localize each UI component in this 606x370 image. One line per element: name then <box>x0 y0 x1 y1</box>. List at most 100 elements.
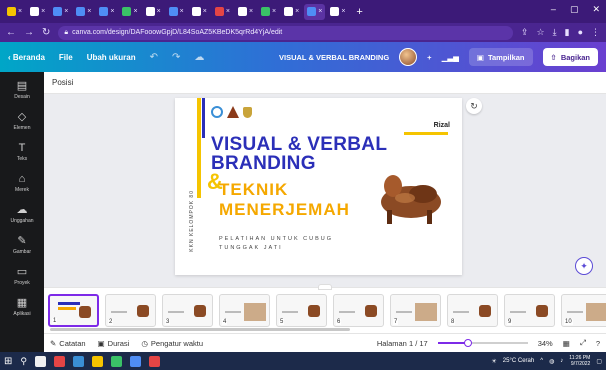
tray-chevron-icon[interactable]: ^ <box>540 358 543 364</box>
wood-sculpture-image[interactable] <box>371 170 449 226</box>
url-field[interactable]: 🔒︎ canva.com/design/DAFooowGpjD/L84SoAZ5… <box>58 25 513 40</box>
maximize-icon[interactable]: ▢ <box>570 4 579 15</box>
browser-tab[interactable]: × <box>212 4 233 20</box>
tab-close-icon[interactable]: × <box>18 8 22 15</box>
browser-tab[interactable]: × <box>166 4 187 20</box>
taskbar-app-3-icon[interactable] <box>129 355 141 367</box>
tab-close-icon[interactable]: × <box>295 8 299 15</box>
taskbar-app-1-icon[interactable] <box>53 355 65 367</box>
file-menu[interactable]: File <box>59 53 73 62</box>
slide-title[interactable]: VISUAL & VERBAL BRANDING <box>211 135 387 173</box>
taskbar-app-2-icon[interactable] <box>72 355 84 367</box>
share-button[interactable]: ⇧ Bagikan <box>542 48 598 66</box>
tab-close-icon[interactable]: × <box>203 8 207 15</box>
rail-item-proyek[interactable]: ▭ Proyek <box>14 266 30 286</box>
tab-close-icon[interactable]: × <box>110 8 114 15</box>
clock[interactable]: 11:26 PM 9/7/2022 <box>569 355 590 367</box>
page-thumbnail[interactable]: 9 <box>504 294 555 327</box>
rail-item-gambar[interactable]: ✎ Gambar <box>13 235 31 255</box>
position-button[interactable]: Posisi <box>52 78 73 87</box>
refresh-icon[interactable]: ↻ <box>466 98 482 114</box>
forward-icon[interactable]: → <box>24 27 34 38</box>
page-thumbnail[interactable]: 1 <box>48 294 99 327</box>
share-page-icon[interactable]: ⇪ <box>521 27 529 38</box>
avatar[interactable] <box>399 48 418 66</box>
menu-kebab-icon[interactable]: ⋮ <box>591 27 600 38</box>
help-icon[interactable]: ? <box>596 339 600 348</box>
rail-item-desain[interactable]: ▤ Desain <box>14 80 30 100</box>
weather-text[interactable]: 25°C Cerah <box>503 358 534 364</box>
profile-icon[interactable]: ● <box>578 27 583 38</box>
tab-close-icon[interactable]: × <box>87 8 91 15</box>
add-collaborator-icon[interactable]: + <box>427 53 431 62</box>
new-tab-icon[interactable]: + <box>356 6 362 18</box>
design-title[interactable]: VISUAL & VERBAL BRANDING <box>279 53 389 62</box>
tab-close-icon[interactable]: × <box>341 8 345 15</box>
slide-title-2[interactable]: TEKNIK MENERJEMAH <box>219 180 350 220</box>
browser-tab[interactable]: × <box>143 4 164 20</box>
chrome-icon[interactable] <box>110 355 122 367</box>
task-view-icon[interactable] <box>34 355 46 367</box>
browser-tab[interactable]: × <box>119 4 140 20</box>
timer-button[interactable]: ◷ Pengatur waktu <box>141 339 203 348</box>
resize-menu[interactable]: Ubah ukuran <box>87 53 136 62</box>
rail-item-elemen[interactable]: ◇ Elemen <box>14 111 31 131</box>
bookmark-star-icon[interactable]: ☆ <box>537 27 545 38</box>
search-icon[interactable]: ⚲ <box>20 356 27 367</box>
back-icon[interactable]: ← <box>6 27 16 38</box>
presenter-name[interactable]: Rizal <box>434 122 450 129</box>
magic-assistant-icon[interactable]: ✦ <box>575 257 593 275</box>
rail-item-unggahan[interactable]: ☁ Unggahan <box>10 204 33 224</box>
browser-tab[interactable]: × <box>50 4 71 20</box>
browser-tab[interactable]: × <box>73 4 94 20</box>
browser-tab[interactable]: × <box>27 4 48 20</box>
tab-close-icon[interactable]: × <box>272 8 276 15</box>
minimize-icon[interactable]: – <box>551 4 556 15</box>
redo-icon[interactable]: ↷ <box>172 52 180 63</box>
page-thumbnail[interactable]: 3 <box>162 294 213 327</box>
page-thumbnail[interactable]: 5 <box>276 294 327 327</box>
browser-tab[interactable]: × <box>4 4 25 20</box>
zoom-slider[interactable] <box>437 339 528 347</box>
volume-icon[interactable]: ♪ <box>560 358 563 364</box>
tab-close-icon[interactable]: × <box>133 8 137 15</box>
page-thumbnail[interactable]: 10 <box>561 294 606 327</box>
sidebar-icon[interactable]: ▮ <box>565 27 570 38</box>
page-thumbnail[interactable]: 2 <box>105 294 156 327</box>
tab-close-icon[interactable]: × <box>249 8 253 15</box>
page-indicator[interactable]: Halaman 1 / 17 <box>377 339 428 348</box>
browser-tab[interactable]: × <box>304 3 326 20</box>
collapse-strip-handle[interactable] <box>318 284 332 290</box>
page-thumbnail[interactable]: 7 <box>390 294 441 327</box>
notifications-icon[interactable]: ▢ <box>596 358 602 365</box>
home-button[interactable]: ‹ Beranda <box>8 53 45 62</box>
notes-button[interactable]: ✎ Catatan <box>50 339 86 348</box>
rail-item-teks[interactable]: T Teks <box>17 142 27 162</box>
fullscreen-icon[interactable]: ⤢ <box>580 338 586 348</box>
insights-icon[interactable]: ▁▃▅ <box>442 53 459 62</box>
browser-tab[interactable]: × <box>189 4 210 20</box>
browser-tab[interactable]: × <box>258 4 279 20</box>
taskbar-app-4-icon[interactable] <box>148 355 160 367</box>
browser-tab[interactable]: × <box>281 4 302 20</box>
strip-scrollbar[interactable] <box>50 328 350 331</box>
tab-close-icon[interactable]: × <box>64 8 68 15</box>
tab-close-icon[interactable]: × <box>226 8 230 15</box>
zoom-knob[interactable] <box>464 339 473 347</box>
duration-button[interactable]: ▣ Durasi <box>98 339 130 348</box>
browser-tab[interactable]: × <box>235 4 256 20</box>
page-thumbnail[interactable]: 6 <box>333 294 384 327</box>
undo-icon[interactable]: ↶ <box>150 52 158 63</box>
tab-close-icon[interactable]: × <box>180 8 184 15</box>
tab-close-icon[interactable]: × <box>157 8 161 15</box>
grid-view-icon[interactable]: ▦ <box>563 339 570 348</box>
rail-item-aplikasi[interactable]: ▦ Aplikasi <box>13 297 30 317</box>
network-icon[interactable]: ◍ <box>549 358 554 365</box>
slide-subtitle[interactable]: PELATIHAN UNTUK CUBUG TUNGGAK JATI <box>219 235 359 253</box>
slide-canvas[interactable]: Rizal VISUAL & VERBAL BRANDING & TEKNIK … <box>175 98 462 275</box>
rail-item-merek[interactable]: ⌂ Merek <box>15 173 29 193</box>
present-button[interactable]: ▣ Tampilkan <box>468 48 533 66</box>
windows-start-icon[interactable]: ⊞ <box>4 356 12 367</box>
browser-tab[interactable]: × <box>96 4 117 20</box>
browser-tab[interactable]: × <box>327 4 348 20</box>
